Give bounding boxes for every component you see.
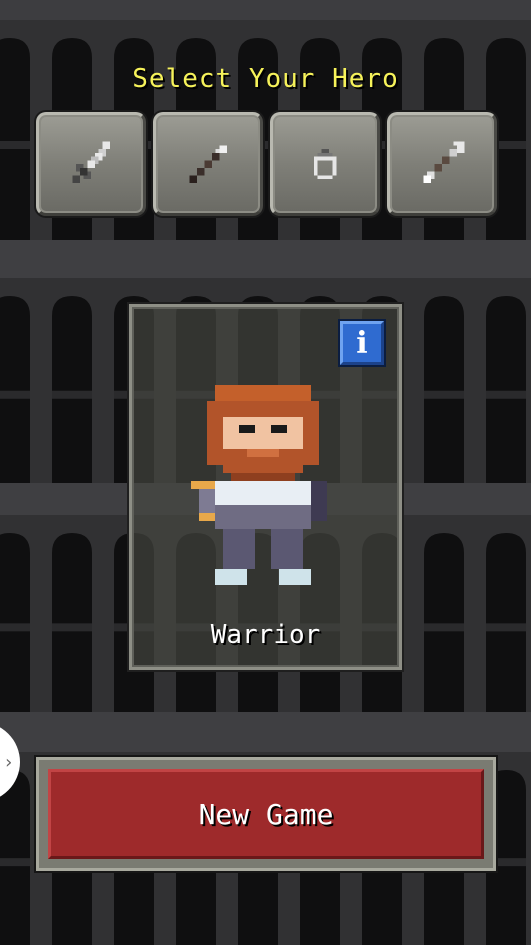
hero-button-mage[interactable] (153, 112, 263, 216)
hero-selector (36, 112, 498, 216)
wand-icon (189, 145, 227, 183)
info-button[interactable]: i (340, 321, 384, 365)
hero-name: Warrior (210, 620, 321, 650)
new-game-frame: New Game (36, 757, 496, 871)
hero-button-warrior[interactable] (36, 112, 146, 216)
hero-button-rogue[interactable] (270, 112, 380, 216)
arrow-icon (423, 141, 465, 183)
page-title: Select Your Hero (132, 64, 399, 94)
info-icon: i (356, 325, 368, 361)
hero-button-huntress[interactable] (387, 112, 497, 216)
warrior-sprite (191, 385, 327, 585)
chevron-right-icon: › (3, 751, 14, 773)
ring-icon (313, 149, 337, 179)
sword-icon (72, 141, 110, 183)
new-game-button[interactable]: New Game (48, 769, 484, 859)
